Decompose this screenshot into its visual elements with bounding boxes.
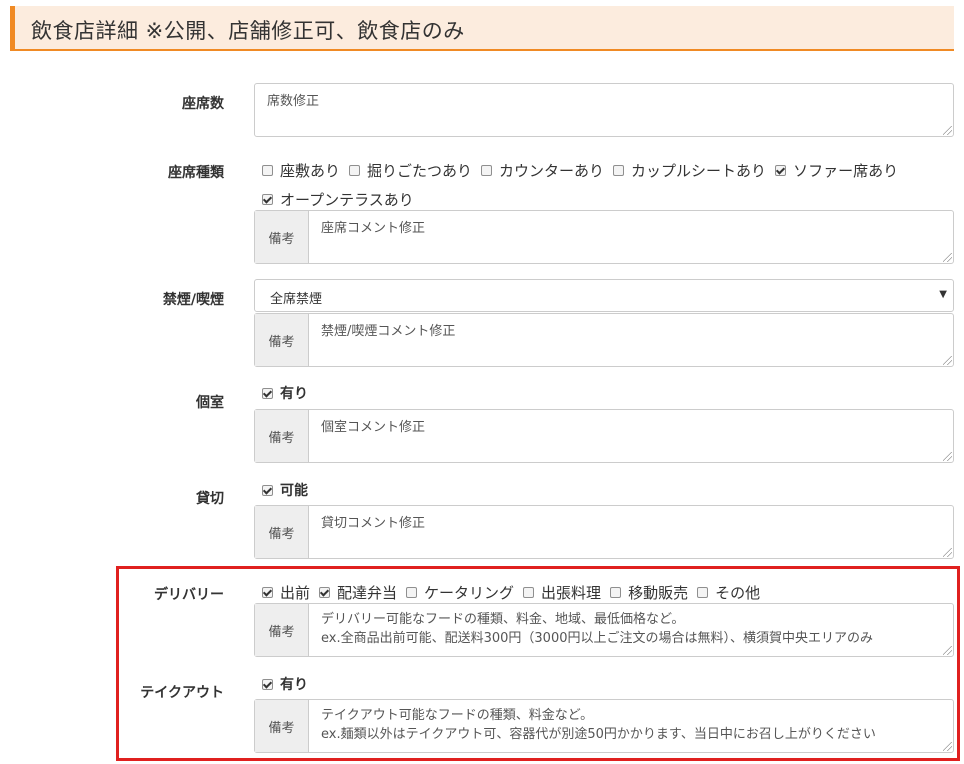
checkbox[interactable] xyxy=(697,587,709,598)
reserved-label: 貸切 xyxy=(196,491,224,507)
checkbox[interactable] xyxy=(262,194,273,205)
checkbox[interactable] xyxy=(481,165,493,176)
reserved-note-textarea[interactable]: 貸切コメント修正 xyxy=(309,506,953,558)
resize-handle[interactable] xyxy=(943,356,952,365)
resize-handle[interactable] xyxy=(943,548,952,557)
resize-handle[interactable] xyxy=(943,253,952,262)
takeout-label: テイクアウト xyxy=(140,685,224,701)
seat-type-option[interactable]: オープンテラスあり xyxy=(262,189,414,210)
takeout-options: 有り xyxy=(262,674,317,694)
smoking-select[interactable]: 全席禁煙 ▼ xyxy=(254,279,954,312)
seat-types-options-row2: オープンテラスあり xyxy=(262,189,423,210)
section-header: 飲食店詳細 ※公開、店舗修正可、飲食店のみ xyxy=(10,6,954,51)
delivery-note-line: ex.全商品出前可能、配送料300円（3000円以上ご注文の場合は無料）、横須賀… xyxy=(321,631,873,646)
checkbox[interactable] xyxy=(262,387,273,399)
checkbox[interactable] xyxy=(775,165,787,176)
private-room-note-textarea[interactable]: 個室コメント修正 xyxy=(309,410,953,462)
checkbox[interactable] xyxy=(610,587,622,598)
takeout-note-line: ex.麺類以外はテイクアウト可、容器代が別途50円かかります、当日中にお召し上が… xyxy=(321,727,876,742)
seat-type-option[interactable]: カップルシートあり xyxy=(613,160,766,181)
smoking-label: 禁煙/喫煙 xyxy=(162,292,224,308)
private-room-options: 有り xyxy=(262,383,317,403)
resize-handle[interactable] xyxy=(943,742,952,751)
note-addon: 備考 xyxy=(255,314,309,366)
resize-handle[interactable] xyxy=(943,646,952,655)
checkbox[interactable] xyxy=(262,484,273,496)
takeout-note-group: 備考 テイクアウト可能なフードの種類、料金など。 ex.麺類以外はテイクアウト可… xyxy=(254,699,954,753)
delivery-option[interactable]: 出張料理 xyxy=(523,582,601,603)
reserved-note-group: 備考 貸切コメント修正 xyxy=(254,505,954,559)
delivery-option[interactable]: ケータリング xyxy=(406,582,514,603)
smoking-note-textarea[interactable]: 禁煙/喫煙コメント修正 xyxy=(309,314,953,366)
checkbox[interactable] xyxy=(523,587,535,598)
private-room-note-group: 備考 個室コメント修正 xyxy=(254,409,954,463)
note-addon: 備考 xyxy=(255,604,309,656)
seat-type-option[interactable]: 掘りごたつあり xyxy=(349,160,472,181)
seat-note-textarea[interactable]: 座席コメント修正 xyxy=(309,211,953,263)
seat-types-options-row1: 座敷あり 掘りごたつあり カウンターあり カップルシートあり ソファー席あり xyxy=(262,160,907,181)
checkbox[interactable] xyxy=(613,165,625,176)
seat-types-label: 座席種類 xyxy=(168,165,224,181)
takeout-option[interactable]: 有り xyxy=(262,674,308,694)
delivery-option[interactable]: 移動販売 xyxy=(610,582,688,603)
checkbox[interactable] xyxy=(349,165,361,176)
delivery-label: デリバリー xyxy=(154,587,224,603)
delivery-note-textarea[interactable]: デリバリー可能なフードの種類、料金、地域、最低価格など。 ex.全商品出前可能、… xyxy=(309,604,953,656)
private-room-label: 個室 xyxy=(196,395,224,411)
reserved-options: 可能 xyxy=(262,480,317,500)
seat-type-option[interactable]: 座敷あり xyxy=(262,160,340,181)
caret-down-icon: ▼ xyxy=(939,289,947,300)
checkbox[interactable] xyxy=(262,678,273,690)
takeout-note-line: テイクアウト可能なフードの種類、料金など。 xyxy=(321,708,594,723)
checkbox[interactable] xyxy=(406,587,418,598)
delivery-note-line: デリバリー可能なフードの種類、料金、地域、最低価格など。 xyxy=(321,612,685,627)
takeout-note-textarea[interactable]: テイクアウト可能なフードの種類、料金など。 ex.麺類以外はテイクアウト可、容器… xyxy=(309,700,953,752)
reserved-option[interactable]: 可能 xyxy=(262,480,308,500)
note-addon: 備考 xyxy=(255,506,309,558)
note-addon: 備考 xyxy=(255,410,309,462)
note-addon: 備考 xyxy=(255,211,309,263)
delivery-options: 出前 配達弁当 ケータリング 出張料理 移動販売 その他 xyxy=(262,582,769,603)
seats-count-label: 座席数 xyxy=(182,96,224,112)
checkbox[interactable] xyxy=(262,587,273,598)
delivery-option[interactable]: 出前 xyxy=(262,582,310,603)
delivery-note-group: 備考 デリバリー可能なフードの種類、料金、地域、最低価格など。 ex.全商品出前… xyxy=(254,603,954,657)
resize-handle[interactable] xyxy=(943,452,952,461)
page-title: 飲食店詳細 ※公開、店舗修正可、飲食店のみ xyxy=(31,19,465,43)
seat-type-option[interactable]: ソファー席あり xyxy=(775,160,898,181)
checkbox[interactable] xyxy=(319,587,331,598)
seat-type-option[interactable]: カウンターあり xyxy=(481,160,604,181)
smoking-selected-value: 全席禁煙 xyxy=(270,292,323,307)
resize-handle[interactable] xyxy=(943,126,952,135)
smoking-note-group: 備考 禁煙/喫煙コメント修正 xyxy=(254,313,954,367)
seats-count-textarea[interactable]: 席数修正 xyxy=(254,83,954,137)
seats-count-value: 席数修正 xyxy=(267,94,320,109)
note-addon: 備考 xyxy=(255,700,309,752)
delivery-option[interactable]: その他 xyxy=(697,582,760,603)
private-room-option[interactable]: 有り xyxy=(262,383,308,403)
delivery-option[interactable]: 配達弁当 xyxy=(319,582,397,603)
seat-note-group: 備考 座席コメント修正 xyxy=(254,210,954,264)
checkbox[interactable] xyxy=(262,165,273,176)
